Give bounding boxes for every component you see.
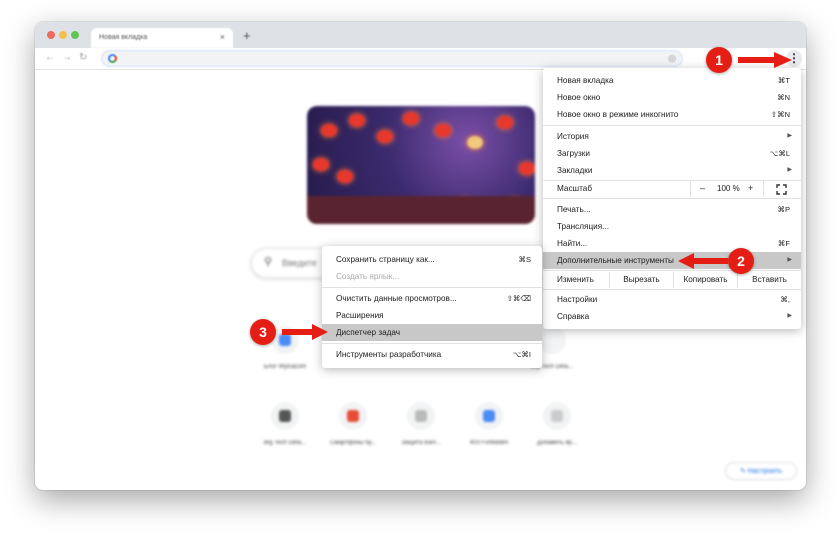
step-badge-1: 1 xyxy=(706,47,732,73)
menu-item-new-window[interactable]: Новое окно ⌘N xyxy=(543,89,801,106)
title-bar: Новая вкладка × + xyxy=(35,22,806,48)
submenu-item-save-page[interactable]: Сохранить страницу как... ⌘S xyxy=(322,251,542,268)
maximize-window-button[interactable] xyxy=(71,31,79,39)
shortcut-tile[interactable]: Big Tech Deta... xyxy=(250,402,320,446)
more-tools-submenu: Сохранить страницу как... ⌘S Создать ярл… xyxy=(322,246,542,368)
browser-toolbar: ← → ↻ ◎ ⋮ xyxy=(35,48,806,70)
add-shortcut-tile[interactable]: Добавить яр... xyxy=(522,402,592,446)
submenu-arrow-icon: ▶ xyxy=(787,313,792,319)
menu-item-cast[interactable]: Трансляция... xyxy=(543,218,801,235)
shortcut-favicon-icon xyxy=(546,334,558,346)
menu-item-help[interactable]: Справка ▶ xyxy=(543,308,801,325)
menu-divider xyxy=(543,198,801,199)
lens-icon[interactable]: ◎ xyxy=(668,53,676,64)
zoom-controls: – 100 % + xyxy=(690,181,764,197)
minimize-window-button[interactable] xyxy=(59,31,67,39)
submenu-item-task-manager[interactable]: Диспетчер задач xyxy=(322,324,542,341)
submenu-arrow-icon: ▶ xyxy=(787,257,792,263)
shortcut-favicon-icon xyxy=(347,410,359,422)
arrow-icon xyxy=(738,52,792,68)
submenu-arrow-icon: ▶ xyxy=(787,133,792,139)
menu-item-history[interactable]: История ▶ xyxy=(543,128,801,145)
reload-icon[interactable]: ↻ xyxy=(79,52,87,63)
cut-button[interactable]: Вырезать xyxy=(609,272,673,288)
new-tab-button[interactable]: + xyxy=(243,28,251,43)
back-icon[interactable]: ← xyxy=(45,52,55,63)
edit-label: Изменить xyxy=(557,275,594,284)
copy-button[interactable]: Копировать xyxy=(673,272,737,288)
forward-icon[interactable]: → xyxy=(62,52,72,63)
menu-item-find[interactable]: Найти... ⌘F xyxy=(543,235,801,252)
pencil-icon: ✎ xyxy=(739,468,748,475)
menu-item-settings[interactable]: Настройки ⌘, xyxy=(543,291,801,308)
submenu-arrow-icon: ▶ xyxy=(787,167,792,173)
menu-divider xyxy=(543,289,801,290)
menu-item-new-tab[interactable]: Новая вкладка ⌘T xyxy=(543,72,801,89)
menu-item-edit: Изменить Вырезать Копировать Вставить xyxy=(543,272,801,288)
submenu-item-dev-tools[interactable]: Инструменты разработчика ⌥⌘I xyxy=(322,346,542,363)
menu-divider xyxy=(322,343,542,344)
menu-item-more-tools[interactable]: Дополнительные инструменты ▶ xyxy=(543,252,801,269)
add-icon xyxy=(551,410,563,422)
arrow-icon xyxy=(678,253,728,269)
submenu-item-extensions[interactable]: Расширения xyxy=(322,307,542,324)
shortcut-label: Блог Wylsacom xyxy=(263,364,307,370)
search-placeholder: Введите xyxy=(282,258,317,268)
submenu-item-create-shortcut: Создать ярлык... xyxy=(336,272,400,281)
shortcut-label: 403 Forbidden xyxy=(469,440,509,446)
step-badge-2: 2 xyxy=(728,248,754,274)
zoom-level: 100 % xyxy=(717,184,740,193)
shortcut-tile[interactable]: Защита конт... xyxy=(386,402,456,446)
shortcut-label: Добавить яр... xyxy=(537,440,577,446)
shortcut-tile[interactable]: 403 Forbidden xyxy=(454,402,524,446)
arrow-icon xyxy=(282,324,328,340)
menu-item-incognito[interactable]: Новое окно в режиме инкогнито ⇧⌘N xyxy=(543,106,801,123)
search-icon: ⚲ xyxy=(264,256,273,268)
menu-item-bookmarks[interactable]: Закладки ▶ xyxy=(543,162,801,179)
menu-item-zoom: Масштаб – 100 % + xyxy=(543,181,801,197)
customize-button[interactable]: ✎ Настроить xyxy=(725,462,797,480)
zoom-out-button[interactable]: – xyxy=(700,183,705,193)
google-icon xyxy=(108,54,117,63)
menu-divider xyxy=(322,287,542,288)
menu-item-downloads[interactable]: Загрузки ⌥⌘L xyxy=(543,145,801,162)
menu-item-print[interactable]: Печать... ⌘P xyxy=(543,201,801,218)
browser-tab[interactable]: Новая вкладка × xyxy=(91,28,233,48)
chrome-menu: Новая вкладка ⌘T Новое окно ⌘N Новое окн… xyxy=(543,68,801,329)
google-doodle[interactable] xyxy=(307,106,535,224)
address-bar[interactable]: ◎ xyxy=(101,50,683,67)
tab-title: Новая вкладка xyxy=(99,34,148,41)
shortcut-label: Big Tech Deta... xyxy=(263,440,307,446)
fullscreen-icon[interactable] xyxy=(776,184,787,195)
menu-divider xyxy=(543,270,801,271)
menu-divider xyxy=(543,125,801,126)
shortcut-label: Защита конт... xyxy=(401,440,441,446)
close-window-button[interactable] xyxy=(47,31,55,39)
step-badge-3: 3 xyxy=(250,319,276,345)
shortcut-favicon-icon xyxy=(483,410,495,422)
zoom-in-button[interactable]: + xyxy=(748,183,753,193)
shortcut-tile[interactable]: Смартфоны бу... xyxy=(318,402,388,446)
tab-close-icon[interactable]: × xyxy=(220,32,225,42)
shortcut-favicon-icon xyxy=(415,410,427,422)
shortcut-label: Смартфоны бу... xyxy=(329,440,377,446)
paste-button[interactable]: Вставить xyxy=(737,272,801,288)
submenu-item-clear-data[interactable]: Очистить данные просмотров... ⇧⌘⌫ xyxy=(322,290,542,307)
shortcut-favicon-icon xyxy=(279,410,291,422)
